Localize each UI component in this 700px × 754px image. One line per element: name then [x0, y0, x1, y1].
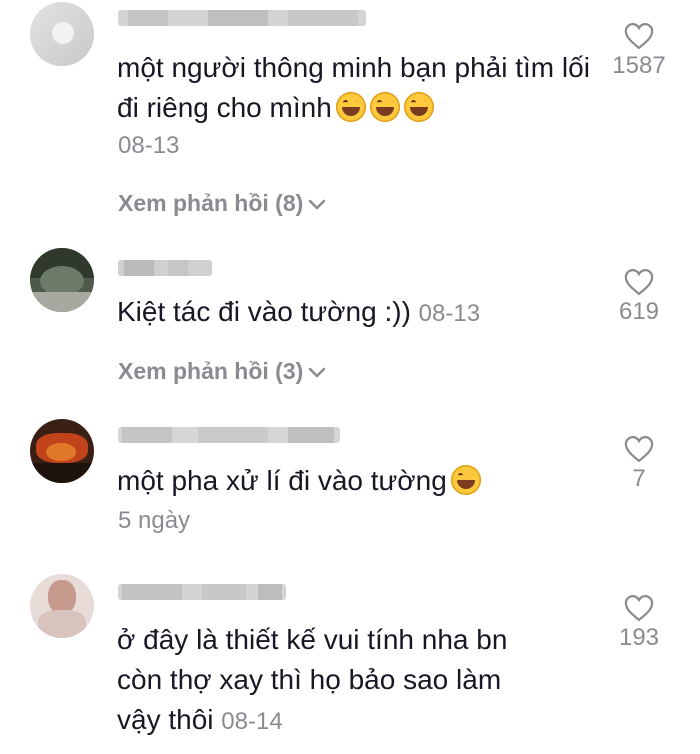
- like-count: 7: [632, 465, 646, 492]
- avatar[interactable]: [30, 419, 94, 483]
- avatar[interactable]: [30, 2, 94, 66]
- comment-item: một người thông minh bạn phải tìm lối đi…: [0, 0, 700, 230]
- comment-text: một pha xử lí đi vào tường: [117, 461, 607, 501]
- comment-date: 08-13: [118, 132, 180, 159]
- like-count: 1587: [612, 52, 666, 79]
- heart-outline-icon: [624, 22, 654, 50]
- laughing-emoji-icon: [369, 92, 400, 122]
- comment-text: một người thông minh bạn phải tìm lối đi…: [117, 52, 590, 123]
- comment-item: một pha xử lí đi vào tường 5 ngày 7: [0, 415, 700, 555]
- avatar[interactable]: [30, 248, 94, 312]
- like-count: 619: [618, 298, 660, 325]
- comment-date: 5 ngày: [118, 507, 191, 534]
- username-blurred[interactable]: [118, 260, 212, 276]
- view-replies-button[interactable]: Xem phản hồi (3): [118, 358, 327, 385]
- username-blurred[interactable]: [118, 584, 286, 600]
- laughing-emoji-icon: [450, 465, 481, 495]
- laughing-emoji-icon: [403, 92, 434, 122]
- comment-date: 08-13: [418, 300, 481, 327]
- heart-outline-icon: [624, 435, 654, 463]
- like-button[interactable]: 193: [604, 594, 674, 652]
- username-blurred[interactable]: [118, 10, 366, 26]
- comment-item: Kiệt tác đi vào tường :)) 08-13 Xem phản…: [0, 240, 700, 400]
- comment-item: ở đây là thiết kế vui tính nha bn còn th…: [0, 568, 700, 754]
- like-button[interactable]: 619: [604, 268, 674, 326]
- chevron-down-icon: [309, 199, 326, 210]
- avatar[interactable]: [30, 574, 94, 638]
- like-button[interactable]: 7: [604, 435, 674, 493]
- like-count: 193: [618, 624, 660, 651]
- heart-outline-icon: [624, 594, 654, 622]
- comment-text: Kiệt tác đi vào tường :)) 08-13: [117, 296, 481, 327]
- view-replies-button[interactable]: Xem phản hồi (8): [118, 190, 327, 217]
- like-button[interactable]: 1587: [604, 22, 674, 80]
- laughing-emoji-icon: [335, 92, 366, 122]
- comment-date: 08-14: [221, 708, 283, 735]
- username-blurred[interactable]: [118, 427, 340, 443]
- chevron-down-icon: [309, 367, 326, 378]
- heart-outline-icon: [624, 268, 654, 296]
- comment-text: ở đây là thiết kế vui tính nha bn còn th…: [117, 624, 508, 735]
